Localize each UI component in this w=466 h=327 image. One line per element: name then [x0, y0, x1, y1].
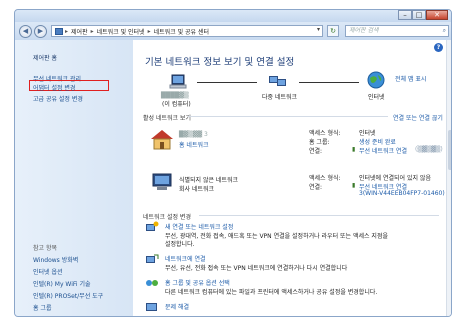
minimize-button[interactable]: –: [398, 10, 412, 20]
sidebar-item-internet-options[interactable]: 인터넷 옵션: [33, 267, 63, 276]
globe-icon: [367, 71, 385, 89]
sidebar-item-homegroup[interactable]: 홈 그룹: [33, 303, 51, 312]
wireless-connection-id[interactable]: 3(WIN-V44EEB04FP7-01460): [359, 190, 445, 197]
this-computer-label: (이 컴퓨터): [162, 101, 191, 108]
computer-name-blurred: ████▓▒: [161, 92, 189, 99]
search-input[interactable]: 제어판 검색 ⌕: [345, 25, 449, 37]
chevron-right-icon: ▸: [65, 27, 69, 35]
chevron-right-icon: ▸: [90, 27, 94, 35]
task-new-connection-desc-2: 설정합니다.: [165, 241, 195, 248]
scrollbar-thumb[interactable]: [448, 130, 451, 170]
sidebar-item-my-wifi[interactable]: 인텔(R) My WiFi 기술: [33, 279, 91, 288]
connection-name-blurred: (▒▓▒▓▒): [415, 146, 443, 153]
maximize-button[interactable]: □: [412, 10, 426, 20]
breadcrumb-sharing-center[interactable]: 네트워크 및 공유 센터: [154, 27, 209, 36]
search-placeholder: 제어판 검색: [349, 27, 379, 34]
sidebar: 제어판 홈 무선 네트워크 관리 어댑터 설정 변경 고급 공유 설정 변경 참…: [15, 40, 133, 316]
title-bar: – □ ✕: [15, 10, 451, 22]
access-type-label: 액세스 형식:: [309, 130, 341, 137]
change-settings-header: 네트워크 설정 변경: [143, 214, 191, 221]
home-network-icon: [151, 130, 173, 150]
connect-disconnect-link[interactable]: 연결 또는 연결 끊기: [393, 113, 443, 122]
control-panel-icon: [55, 27, 63, 35]
homegroup-link[interactable]: 생성 준비 완료: [359, 137, 396, 146]
wireless-connection-link[interactable]: 무선 네트워크 연결: [359, 146, 407, 155]
troubleshoot-icon: [146, 303, 157, 311]
network-name-blurred: █▓▒▓▓ 3: [179, 131, 208, 138]
back-button[interactable]: ◀: [19, 24, 32, 38]
address-bar[interactable]: ▸ 제어판 ▸ 네트워크 및 인터넷 ▸ 네트워크 및 공유 센터 ▾: [51, 25, 323, 37]
see-also-title: 참고 항목: [33, 245, 57, 252]
access-type-value-2: 인터넷에 연결되어 있지 않음: [359, 175, 431, 182]
new-connection-icon: [146, 221, 159, 231]
connect-network-icon: [146, 254, 159, 263]
homegroup-sharing-icon: [146, 280, 158, 286]
task-troubleshoot[interactable]: 문제 해결: [165, 302, 189, 311]
divider: [199, 215, 439, 216]
access-type-value: 인터넷: [359, 130, 376, 137]
signal-bars-icon: ▮: [352, 146, 356, 153]
task-new-connection-desc: 무선, 광대역, 전화 접속, 애드혹 또는 VPN 연결을 설정하거나 라우터…: [165, 233, 388, 240]
breadcrumb-network-internet[interactable]: 네트워크 및 인터넷: [97, 27, 145, 36]
sidebar-item-proset[interactable]: 인텔(R) PROSet/무선 도구: [33, 291, 103, 300]
map-connection-line: [299, 82, 359, 83]
internet-label: 인터넷: [368, 94, 385, 101]
multiple-networks-label: 다중 네트워크: [262, 94, 298, 101]
connection-label: 연결:: [309, 148, 323, 155]
access-type-label-2: 액세스 형식:: [309, 175, 341, 182]
window-controls: – □ ✕: [398, 10, 448, 20]
sidebar-item-home[interactable]: 제어판 홈: [33, 53, 57, 62]
multiple-networks-icon: [269, 76, 286, 86]
task-new-connection[interactable]: 새 연결 또는 네트워크 설정: [165, 222, 233, 231]
work-network-label: 회사 네트워크: [179, 186, 215, 193]
active-networks-header: 활성 네트워크 보기: [143, 115, 191, 122]
sidebar-item-firewall[interactable]: Windows 방화벽: [33, 255, 78, 264]
scrollbar[interactable]: [446, 40, 451, 316]
map-connection-line: [197, 82, 257, 83]
unidentified-network-icon: [152, 173, 172, 190]
navigation-bar: ◀ ▶ ▸ 제어판 ▸ 네트워크 및 인터넷 ▸ 네트워크 및 공유 센터 ▾ …: [15, 22, 451, 40]
refresh-button[interactable]: ↻: [327, 25, 339, 37]
computer-icon: [169, 74, 187, 89]
task-homegroup-sharing-desc: 다른 네트워크 컴퓨터에 있는 파일과 프린터에 액세스하거나 공유 설정을 변…: [165, 289, 378, 296]
chevron-down-icon[interactable]: ▾: [317, 26, 320, 33]
signal-bars-icon: ▮: [352, 182, 356, 189]
unidentified-network-name: 식별되지 않은 네트워크: [179, 177, 239, 184]
forward-button[interactable]: ▶: [34, 24, 47, 38]
task-homegroup-sharing[interactable]: 홈 그룹 및 공유 옵션 선택: [165, 278, 230, 287]
divider: [188, 116, 388, 117]
task-connect-network[interactable]: 네트워크에 연결: [165, 254, 206, 263]
sidebar-item-advanced-sharing[interactable]: 고급 공유 설정 변경: [33, 94, 83, 103]
page-title: 기본 네트워크 정보 보기 및 연결 설정: [145, 57, 295, 68]
homegroup-label: 홈 그룹:: [309, 139, 330, 146]
task-connect-network-desc: 무선, 유선, 전화 접속 또는 VPN 네트워크에 연결하거나 다시 연결합니…: [165, 265, 348, 272]
main-content: ? 기본 네트워크 정보 보기 및 연결 설정 전체 맵 표시 ████▓▒ (…: [133, 40, 451, 316]
help-icon[interactable]: ?: [434, 43, 443, 52]
sidebar-item-adapter-settings[interactable]: 어댑터 설정 변경: [33, 83, 75, 92]
close-button[interactable]: ✕: [426, 10, 448, 20]
chevron-right-icon: ▸: [147, 27, 151, 35]
breadcrumb-control-panel[interactable]: 제어판: [71, 27, 88, 36]
search-icon[interactable]: ⌕: [443, 26, 446, 36]
connection-label-2: 연결:: [309, 184, 323, 191]
full-map-link[interactable]: 전체 맵 표시: [395, 74, 426, 83]
home-network-link[interactable]: 홈 네트워크: [179, 140, 209, 149]
window: – □ ✕ ◀ ▶ ▸ 제어판 ▸ 네트워크 및 인터넷 ▸ 네트워크 및 공유…: [14, 9, 452, 317]
